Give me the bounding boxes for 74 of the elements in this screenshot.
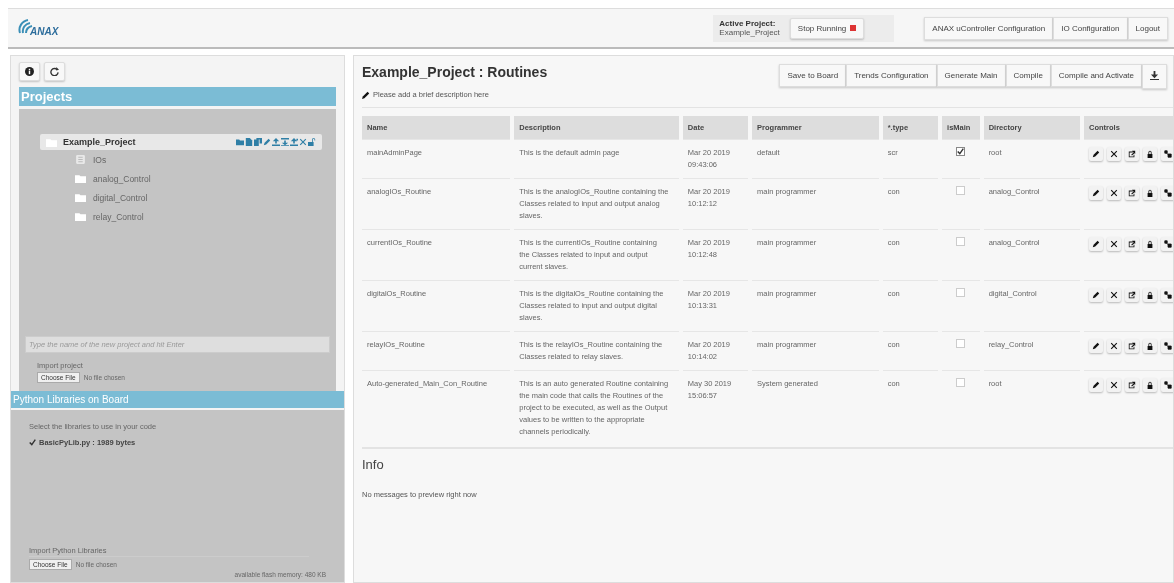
delete-icon[interactable] bbox=[1110, 240, 1118, 248]
share-icon[interactable] bbox=[1128, 189, 1136, 197]
tree-item[interactable]: relay_Control bbox=[75, 207, 330, 226]
pencil-icon[interactable] bbox=[1092, 381, 1100, 389]
project-tree-item[interactable]: Example_Project bbox=[40, 134, 322, 150]
close-icon[interactable] bbox=[299, 138, 307, 146]
delete-icon[interactable] bbox=[1110, 381, 1118, 389]
lock-icon[interactable] bbox=[1146, 150, 1154, 158]
info-heading: Info bbox=[362, 457, 385, 472]
tool-icon[interactable] bbox=[1164, 150, 1172, 158]
checkbox[interactable] bbox=[956, 147, 966, 156]
folder-icon bbox=[75, 174, 86, 183]
tool-icon[interactable] bbox=[1164, 240, 1172, 248]
delete-icon[interactable] bbox=[1110, 291, 1118, 299]
refresh-icon bbox=[50, 67, 59, 76]
lock-icon[interactable] bbox=[1146, 240, 1154, 248]
nav-button[interactable]: Logout bbox=[1127, 16, 1168, 40]
pencil-icon[interactable] bbox=[1092, 291, 1100, 299]
active-project-label: Active Project: bbox=[719, 19, 777, 28]
delete-icon[interactable] bbox=[1110, 150, 1118, 158]
pencil-icon[interactable] bbox=[1092, 342, 1100, 350]
export-icon[interactable] bbox=[290, 138, 298, 146]
page-title: Example_Project : Routines bbox=[362, 64, 549, 80]
lock-icon[interactable] bbox=[1146, 381, 1154, 389]
toolbar-button[interactable]: Generate Main bbox=[936, 64, 1006, 87]
share-icon[interactable] bbox=[1128, 150, 1136, 158]
download-icon bbox=[1150, 71, 1159, 80]
share-icon[interactable] bbox=[1128, 291, 1136, 299]
libraries-heading: Python Libraries on Board bbox=[11, 391, 344, 408]
lock-icon[interactable] bbox=[1146, 189, 1154, 197]
tool-icon[interactable] bbox=[1164, 291, 1172, 299]
tool-icon[interactable] bbox=[1164, 342, 1172, 350]
upload-icon[interactable] bbox=[272, 138, 280, 146]
refresh-button[interactable] bbox=[44, 62, 65, 81]
projects-heading: Projects bbox=[19, 87, 336, 106]
delete-icon[interactable] bbox=[1110, 342, 1118, 350]
lock-icon[interactable] bbox=[1146, 291, 1154, 299]
tool-icon[interactable] bbox=[1164, 189, 1172, 197]
active-project-name: Example_Project bbox=[719, 28, 780, 37]
pencil-icon[interactable] bbox=[1092, 150, 1100, 158]
toolbar-button[interactable]: Save to Board bbox=[779, 64, 847, 87]
toolbar-button[interactable]: Compile bbox=[1005, 64, 1051, 87]
project-name: Example_Project bbox=[63, 137, 137, 147]
toolbar-button[interactable]: Compile and Activate bbox=[1050, 64, 1142, 87]
nav-button[interactable]: IO Configuration bbox=[1053, 16, 1128, 40]
lock-icon[interactable] bbox=[1146, 342, 1154, 350]
unlock-icon[interactable] bbox=[308, 138, 316, 146]
stop-icon bbox=[850, 25, 857, 31]
delete-icon[interactable] bbox=[1110, 189, 1118, 197]
stop-running-button[interactable]: Stop Running bbox=[789, 17, 865, 39]
nav-button[interactable]: ANAX uController Configuration bbox=[924, 16, 1054, 40]
folder-icon bbox=[75, 193, 86, 202]
checkbox[interactable] bbox=[29, 439, 36, 446]
pencil-icon[interactable] bbox=[1092, 240, 1100, 248]
help-icon bbox=[25, 67, 34, 76]
tool-icon[interactable] bbox=[1164, 381, 1172, 389]
help-button[interactable] bbox=[19, 62, 40, 81]
toolbar-button[interactable]: Trends Configuration bbox=[846, 64, 937, 87]
pencil-icon bbox=[362, 90, 370, 99]
tree-item[interactable]: IOs bbox=[75, 150, 330, 169]
chip-icon bbox=[75, 155, 86, 164]
folder-icon[interactable] bbox=[236, 138, 244, 146]
copy-icon[interactable] bbox=[254, 138, 262, 146]
share-icon[interactable] bbox=[1128, 381, 1136, 389]
tree-item[interactable]: digital_Control bbox=[75, 188, 330, 207]
tree-item[interactable]: analog_Control bbox=[75, 169, 330, 188]
pencil-icon[interactable] bbox=[1092, 189, 1100, 197]
import-icon[interactable] bbox=[281, 138, 289, 146]
share-icon[interactable] bbox=[1128, 342, 1136, 350]
file-icon[interactable] bbox=[245, 138, 253, 146]
share-icon[interactable] bbox=[1128, 240, 1136, 248]
folder-icon bbox=[75, 212, 86, 221]
download-button[interactable] bbox=[1142, 64, 1167, 89]
logo-text: ANAX bbox=[30, 26, 59, 37]
